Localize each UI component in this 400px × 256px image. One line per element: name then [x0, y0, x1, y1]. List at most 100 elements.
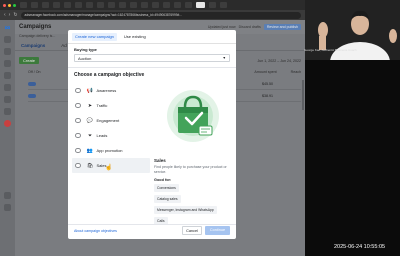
chart-icon[interactable]	[4, 84, 11, 91]
hand-pointer-icon: ☝	[105, 165, 113, 171]
browser-tab[interactable]	[53, 2, 60, 8]
browser-tab[interactable]	[42, 2, 49, 8]
window-close-dot[interactable]	[3, 3, 6, 7]
continue-button[interactable]: Continue	[205, 226, 230, 235]
browser-tab[interactable]	[209, 2, 216, 8]
browser-tab[interactable]	[174, 2, 181, 8]
browser-tab[interactable]	[130, 2, 137, 8]
browser-tab[interactable]	[31, 2, 38, 8]
browser-tab[interactable]	[163, 2, 170, 8]
radio-button[interactable]	[75, 102, 81, 109]
address-bar-row: ‹ › ↻ adsmanager.facebook.com/adsmanager…	[0, 10, 305, 20]
browser-tab[interactable]	[152, 2, 159, 8]
objective-app-promotion[interactable]: 👥 App promotion	[72, 143, 150, 158]
cancel-button[interactable]: Cancel	[182, 226, 202, 235]
chip-messenger: Messenger, Instagram and WhatsApp	[154, 206, 217, 214]
scrollbar[interactable]	[302, 80, 304, 110]
col-amount-spent[interactable]: Amount spent	[254, 70, 276, 74]
buying-type-select[interactable]: Auction ▼	[74, 54, 230, 62]
browser-tab[interactable]	[97, 2, 104, 8]
presenter-name: George Kao, Authentic Business Coach	[304, 48, 357, 52]
objective-leads[interactable]: ⏷ Leads	[72, 128, 150, 143]
objective-label: Leads	[96, 133, 108, 138]
divider	[68, 224, 236, 225]
col-off-on[interactable]: Off / On	[28, 70, 68, 74]
campaigns-icon[interactable]	[4, 60, 11, 67]
tab-campaigns[interactable]: Campaigns	[21, 43, 45, 48]
objective-awareness[interactable]: 📢 Awareness	[72, 83, 150, 98]
cursor-icon: ➤	[87, 102, 93, 109]
browser-tab[interactable]	[75, 2, 82, 8]
update-status: Updated just now	[207, 25, 236, 29]
browser-tab[interactable]	[20, 2, 27, 8]
browser-tab-active[interactable]	[196, 2, 205, 8]
recording-timestamp: 2025-06-24 10:55:05	[334, 244, 386, 250]
help-icon[interactable]	[4, 192, 11, 199]
url-field[interactable]: adsmanager.facebook.com/adsmanager/manag…	[20, 11, 301, 19]
objective-traffic[interactable]: ➤ Traffic	[72, 98, 150, 113]
divider	[68, 67, 236, 68]
home-icon[interactable]	[4, 36, 11, 43]
objective-sales[interactable]: 🛍 Sales ☝	[72, 158, 150, 173]
about-objectives-link[interactable]: About campaign objectives	[74, 229, 117, 233]
reload-icon[interactable]: ↻	[13, 12, 17, 18]
search-icon[interactable]	[4, 204, 11, 211]
amount-spent-cell: $38.91	[262, 93, 273, 98]
objective-heading: Choose a campaign objective	[74, 72, 145, 78]
good-for-chips: Conversions Catalog sales Messenger, Ins…	[154, 184, 232, 225]
discard-drafts-button[interactable]: Discard drafts	[239, 25, 261, 29]
objective-label: App promotion	[96, 148, 123, 153]
chip-catalog-sales: Catalog sales	[154, 195, 181, 203]
tab-create-new-campaign[interactable]: Create new campaign	[72, 32, 117, 41]
radio-button[interactable]	[75, 162, 81, 169]
dialog-mode-tabs: Create new campaign Use existing	[68, 30, 236, 44]
browser-tab-bar	[0, 0, 305, 10]
grid-icon[interactable]	[4, 72, 11, 79]
window-zoom-dot[interactable]	[13, 3, 16, 7]
browser-tab[interactable]	[220, 2, 227, 8]
window-minimize-dot[interactable]	[8, 3, 11, 7]
browser-tab[interactable]	[64, 2, 71, 8]
amount-spent-cell: $45.50	[262, 81, 273, 86]
list-icon[interactable]	[4, 96, 11, 103]
browser-tab[interactable]	[108, 2, 115, 8]
radio-button[interactable]	[75, 87, 81, 94]
radio-button[interactable]	[75, 117, 81, 124]
browser-tab[interactable]	[119, 2, 126, 8]
date-range-picker[interactable]: Jun 1, 2022 – Jun 24, 2022	[257, 59, 301, 63]
browser-tab[interactable]	[86, 2, 93, 8]
objective-list: 📢 Awareness ➤ Traffic 💬 Engagement ⏷ Lea…	[72, 83, 150, 173]
review-publish-button[interactable]: Review and publish	[263, 24, 301, 30]
radio-button[interactable]	[75, 147, 81, 154]
create-campaign-dialog: Create new campaign Use existing Buying …	[68, 30, 236, 239]
sales-illustration	[167, 90, 219, 142]
campaign-toggle[interactable]	[28, 93, 36, 98]
radio-button[interactable]	[75, 132, 81, 139]
back-icon[interactable]: ‹	[4, 12, 6, 18]
campaign-toggle[interactable]	[28, 81, 36, 86]
detail-title: Sales	[154, 158, 166, 163]
objective-label: Engagement	[96, 118, 120, 123]
notification-icon[interactable]	[4, 120, 11, 127]
account-icon[interactable]	[4, 48, 11, 55]
meta-logo-icon[interactable]: ∞	[3, 24, 13, 32]
chip-conversions: Conversions	[154, 184, 179, 192]
page-title: Campaigns	[19, 24, 52, 30]
good-for-label: Good for:	[154, 178, 172, 182]
objective-engagement[interactable]: 💬 Engagement	[72, 113, 150, 128]
tab-use-existing[interactable]: Use existing	[121, 33, 149, 41]
col-reach[interactable]: Reach	[291, 70, 301, 74]
chevron-down-icon: ▼	[222, 56, 226, 60]
forward-icon[interactable]: ›	[9, 12, 11, 18]
megaphone-icon: 📢	[86, 87, 94, 94]
objective-label: Awareness	[96, 88, 117, 93]
chat-icon: 💬	[86, 117, 94, 124]
filter-icon: ⏷	[87, 132, 92, 139]
delivery-notice: Campaign delivery is...	[19, 34, 56, 38]
browser-tab[interactable]	[185, 2, 192, 8]
create-button[interactable]: Create	[19, 57, 40, 64]
shopping-bag-icon: 🛍	[86, 162, 94, 169]
buying-type-label: Buying type	[74, 47, 97, 52]
settings-icon[interactable]	[4, 108, 11, 115]
browser-tab[interactable]	[141, 2, 148, 8]
